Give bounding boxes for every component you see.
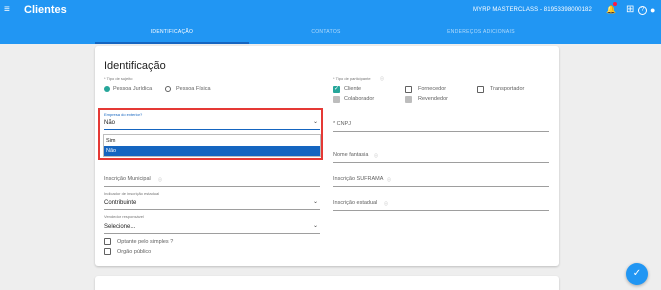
chevron-down-icon[interactable]: ⌄ — [313, 222, 318, 229]
suframa-label: Inscrição SUFRAMA — [333, 176, 384, 182]
page-title: Clientes — [24, 4, 67, 16]
notification-dot — [613, 2, 617, 6]
cnpj-input[interactable] — [333, 131, 549, 132]
state-reg-input[interactable] — [333, 210, 549, 211]
checkbox-transportador[interactable] — [477, 86, 484, 93]
info-icon[interactable]: ⓘ — [387, 177, 391, 183]
suframa-input[interactable] — [333, 186, 549, 187]
info-icon[interactable]: ⓘ — [158, 177, 162, 183]
tab-enderecos[interactable]: ENDEREÇOS ADICIONAIS — [403, 21, 559, 44]
radio-label-fisica: Pessoa Física — [176, 86, 211, 92]
state-indicator-underline — [104, 209, 320, 210]
tab-contatos[interactable]: CONTATOS — [249, 21, 403, 44]
seller-label: Vendedor responsável — [104, 214, 144, 219]
checkbox-label-colaborador: Colaborador — [344, 96, 375, 102]
seller-value[interactable]: Selecione... — [104, 224, 135, 230]
chevron-down-icon[interactable]: ⌄ — [313, 198, 318, 205]
state-indicator-label: Indicador de inscrição estadual — [104, 191, 160, 196]
section-title: Identificação — [104, 60, 166, 72]
check-icon[interactable]: ✓ — [626, 263, 648, 285]
state-indicator-value[interactable]: Contribuinte — [104, 200, 136, 206]
checkbox-label-revendedor: Revendedor — [418, 96, 448, 102]
info-icon[interactable]: ⓘ — [380, 76, 384, 82]
tab-identificacao[interactable]: IDENTIFICAÇÃO — [95, 21, 249, 44]
state-reg-label: Inscrição estadual — [333, 200, 378, 206]
checkbox-revendedor[interactable] — [405, 96, 412, 103]
help-icon[interactable]: ? — [638, 6, 647, 15]
radio-pessoa-juridica[interactable] — [104, 86, 110, 92]
secondary-card — [95, 276, 559, 290]
checkbox-label-transportador: Transportador — [490, 86, 525, 92]
municipal-label: Inscrição Municipal — [104, 176, 151, 182]
municipal-input[interactable] — [104, 186, 320, 187]
checkbox-simples[interactable] — [104, 238, 111, 245]
subject-type-label: * Tipo de sujeito — [104, 76, 133, 81]
trade-name-label: Nome fantasia — [333, 152, 369, 158]
company-label[interactable]: MYRP MASTERCLASS - 81953398000182 — [473, 7, 592, 13]
radio-pessoa-fisica[interactable] — [165, 86, 171, 92]
highlight-box — [98, 108, 323, 160]
checkbox-label-orgao-publico: Orgão público — [117, 249, 152, 255]
apps-icon[interactable]: ⊞ — [626, 4, 634, 16]
trade-name-input[interactable] — [333, 162, 549, 163]
checkbox-cliente[interactable]: ✓ — [333, 86, 340, 93]
checkbox-label-simples: Optante pelo simples ? — [117, 239, 174, 245]
cnpj-label: * CNPJ — [333, 121, 352, 127]
app-bar: ≡ Clientes MYRP MASTERCLASS - 8195339800… — [0, 0, 661, 21]
checkbox-colaborador[interactable] — [333, 96, 340, 103]
checkbox-label-cliente: Cliente — [344, 86, 362, 92]
menu-icon[interactable]: ≡ — [4, 4, 10, 16]
info-icon[interactable]: ⓘ — [374, 153, 378, 159]
radio-label-juridica: Pessoa Jurídica — [113, 86, 153, 92]
seller-underline — [104, 233, 320, 234]
checkbox-label-fornecedor: Fornecedor — [418, 86, 447, 92]
checkbox-orgao-publico[interactable] — [104, 248, 111, 255]
checkbox-fornecedor[interactable] — [405, 86, 412, 93]
participation-label: * Tipo de participante — [333, 76, 371, 81]
info-icon[interactable]: ⓘ — [384, 201, 388, 207]
tabs-bar: IDENTIFICAÇÃO CONTATOS ENDEREÇOS ADICION… — [0, 21, 661, 44]
account-icon[interactable]: ● — [650, 4, 655, 16]
